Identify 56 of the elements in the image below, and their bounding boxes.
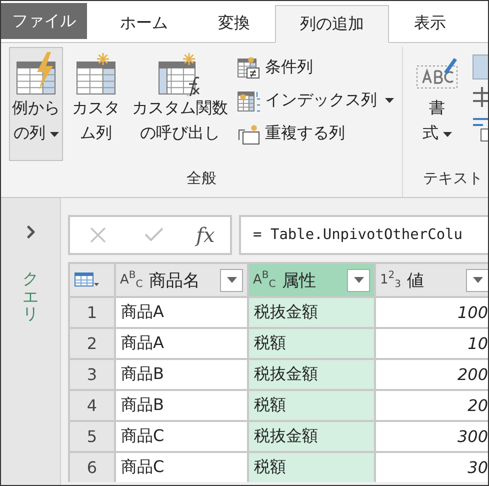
column-header[interactable]: A$^{B}$$_{C}$ 属性 — [249, 264, 374, 296]
row-number: 2 — [70, 329, 114, 358]
table-cell: 税抜金額 — [249, 298, 374, 327]
function-label[interactable]: fx — [196, 223, 215, 247]
filter-dropdown-button[interactable] — [220, 268, 243, 292]
dropdown-caret-icon — [442, 132, 452, 138]
ribbon-tab[interactable]: 列の追加 — [275, 5, 389, 43]
ribbon-small-button[interactable]: 重複する列 — [237, 119, 394, 148]
row-number: 1 — [70, 298, 114, 327]
filter-dropdown-button[interactable] — [347, 268, 370, 292]
ribbon-button[interactable]: カスタ ム列 — [69, 47, 123, 161]
column-header[interactable]: 1$^{2}$$_{3}$ 値 — [376, 264, 488, 296]
ribbon-small-button[interactable]: 条件列 — [237, 53, 394, 82]
row-number: 5 — [70, 422, 114, 451]
filter-dropdown-button[interactable] — [466, 268, 488, 292]
table-cell: 200 — [376, 360, 488, 389]
table-cell: 商品B — [116, 391, 247, 420]
column-name: 値 — [407, 270, 426, 292]
column-name: 属性 — [282, 270, 317, 292]
table-cell: 税額 — [249, 391, 374, 420]
dropdown-caret-icon — [50, 132, 58, 138]
ribbon-button[interactable]: 例から の列 — [9, 47, 63, 161]
conditional-column-icon — [237, 56, 261, 80]
column-name: 商品名 — [148, 270, 201, 292]
table-cell: 20 — [376, 391, 488, 420]
table-cell: 300 — [376, 422, 488, 451]
table-cell: 税額 — [249, 453, 374, 482]
table-cell: 商品C — [116, 422, 247, 451]
dropdown-caret-icon — [385, 98, 394, 104]
row-number: 3 — [70, 360, 114, 389]
ribbon-group-label: 全般 — [186, 169, 218, 188]
table-menu-icon[interactable] — [74, 272, 100, 288]
table-cell: 商品C — [116, 453, 247, 482]
queries-pane-title: クエリ — [22, 270, 38, 323]
table-cell: 商品A — [116, 329, 247, 358]
caret-icon — [226, 277, 236, 283]
table-cell: 100 — [376, 298, 488, 327]
table-cell: 税抜金額 — [249, 360, 374, 389]
ribbon-group-label: テキスト — [422, 169, 484, 188]
row-number: 4 — [70, 391, 114, 420]
caret-icon — [354, 277, 364, 283]
ribbon-small-button[interactable]: インデックス列 — [237, 86, 394, 115]
index-column-icon — [237, 88, 261, 112]
table-cell: 商品B — [116, 360, 247, 389]
column-header[interactable]: A$^{B}$$_{C}$ 商品名 — [116, 264, 247, 296]
table-cell: 税抜金額 — [249, 422, 374, 451]
table-cell: 商品A — [116, 298, 247, 327]
table-cell: 30 — [376, 453, 488, 482]
caret-icon — [472, 277, 482, 283]
table-cell: 10 — [376, 329, 488, 358]
file-menu-tab[interactable]: ファイル — [1, 3, 87, 39]
row-number: 6 — [70, 453, 114, 482]
ribbon-button[interactable]: カスタム関数 の呼び出し — [129, 47, 231, 161]
ribbon-button[interactable]: 書 式 — [411, 47, 463, 161]
formula-field[interactable]: = Table.UnpivotOtherColu — [239, 215, 488, 255]
table-cell: 税額 — [249, 329, 374, 358]
